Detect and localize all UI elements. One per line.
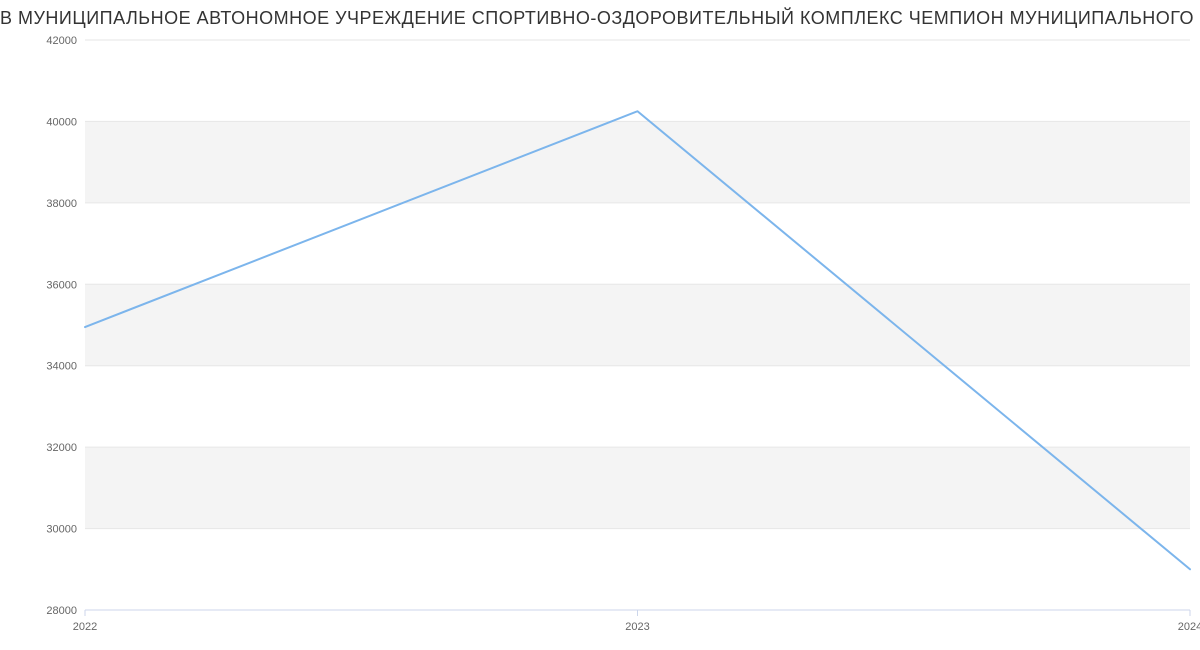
grid-band (85, 121, 1190, 202)
y-tick-label: 28000 (46, 605, 77, 617)
y-tick-label: 32000 (46, 442, 77, 454)
chart-container: В МУНИЦИПАЛЬНОЕ АВТОНОМНОЕ УЧРЕЖДЕНИЕ СП… (0, 0, 1200, 650)
y-tick-label: 34000 (46, 361, 77, 373)
grid-band (85, 447, 1190, 528)
y-tick-label: 36000 (46, 279, 77, 291)
y-tick-label: 42000 (46, 35, 77, 47)
grid-band (85, 284, 1190, 365)
x-tick-label: 2022 (73, 621, 97, 633)
y-tick-label: 40000 (46, 116, 77, 128)
x-tick-label: 2024 (1178, 621, 1200, 633)
x-tick-label: 2023 (625, 621, 649, 633)
y-tick-label: 38000 (46, 198, 77, 210)
y-tick-label: 30000 (46, 524, 77, 536)
chart-svg: 28000 30000 32000 34000 36000 38000 40000 42000… (0, 0, 1200, 650)
chart-title: В МУНИЦИПАЛЬНОЕ АВТОНОМНОЕ УЧРЕЖДЕНИЕ СП… (0, 8, 1200, 29)
